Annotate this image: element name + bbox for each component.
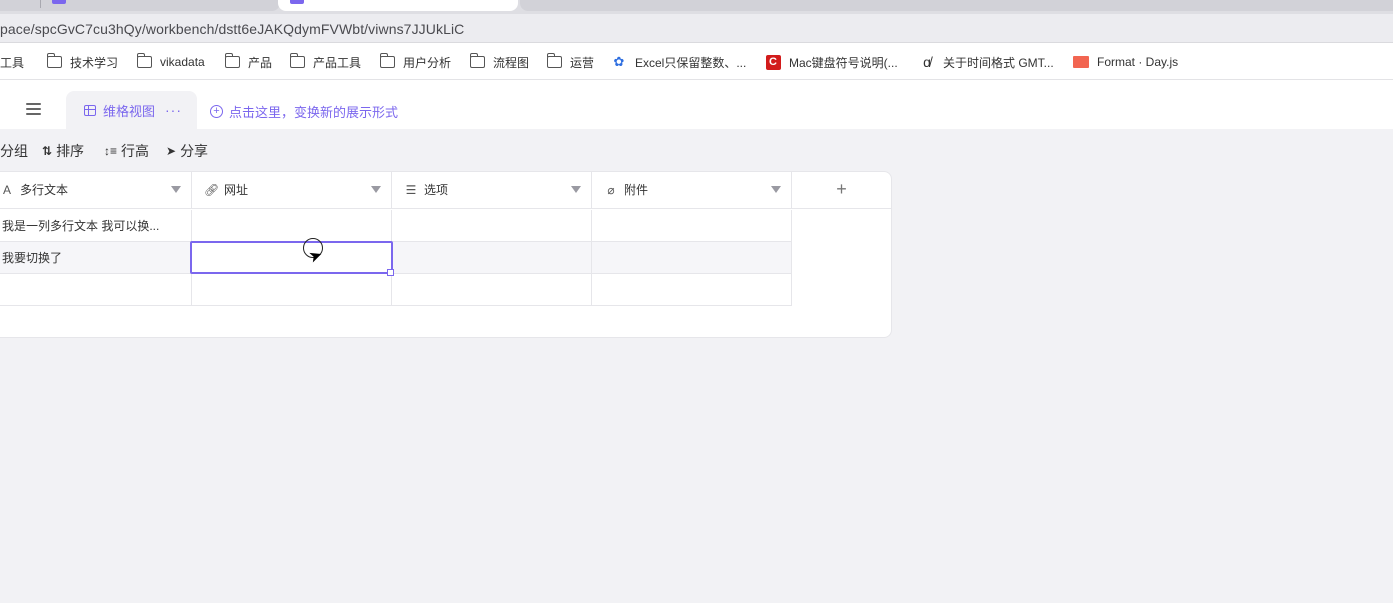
- column-header-url[interactable]: 🔗︎ 网址: [192, 171, 392, 209]
- bookmark-label: vikadata: [160, 55, 205, 69]
- sort-button[interactable]: ⇅ 排序: [42, 141, 84, 161]
- fill-handle[interactable]: [387, 269, 394, 276]
- add-circle-icon: +: [210, 105, 223, 118]
- bookmark-item[interactable]: 产品工具: [289, 53, 362, 70]
- column-name: 选项: [424, 183, 449, 197]
- add-view-button[interactable]: + 点击这里，变换新的展示形式: [210, 102, 398, 121]
- c-logo-icon: C: [765, 54, 781, 70]
- share-icon: ➤: [166, 144, 177, 158]
- view-bar: [0, 80, 1393, 129]
- column-name: 网址: [224, 183, 249, 197]
- url-text[interactable]: pace/spcGvC7cu3hQy/workbench/dstt6eJAKQd…: [0, 21, 464, 37]
- bookmark-label: 流程图: [493, 55, 530, 70]
- bookmark-item[interactable]: 流程图: [469, 53, 530, 70]
- column-header-attachment[interactable]: ⌀ 附件: [592, 171, 792, 209]
- bookmark-item[interactable]: 用户分析: [379, 53, 452, 70]
- bookmark-item[interactable]: vikadata: [136, 53, 205, 70]
- browser-tab[interactable]: [520, 0, 1393, 11]
- bookmark-label: Excel只保留整数、...: [635, 55, 747, 70]
- table-cell[interactable]: [0, 274, 192, 306]
- share-button[interactable]: ➤ 分享: [166, 141, 208, 161]
- tab-favicon-icon: [290, 0, 304, 4]
- folder-icon: [136, 53, 152, 69]
- column-header-options[interactable]: ☰ 选项: [392, 171, 592, 209]
- sort-icon: ⇅: [42, 144, 53, 158]
- bookmark-item[interactable]: Format · Day.js: [1073, 54, 1178, 70]
- link-icon: 🔗︎: [204, 182, 220, 197]
- group-label: 分组: [0, 143, 28, 159]
- table-cell[interactable]: [392, 210, 592, 242]
- bookmark-item[interactable]: 技术学习: [46, 53, 119, 70]
- table-cell[interactable]: [392, 242, 592, 274]
- table-cell[interactable]: 我是一列多行文本 我可以换...: [0, 210, 192, 242]
- alpha-icon: ɑ̸: [923, 54, 931, 70]
- bookmark-label: 用户分析: [403, 55, 452, 70]
- bookmark-label: 关于时间格式 GMT...: [943, 55, 1054, 70]
- folder-icon: [224, 53, 240, 69]
- folder-icon: [469, 53, 485, 69]
- browser-tab-active[interactable]: [278, 0, 518, 11]
- bookmark-item[interactable]: 运营: [546, 53, 595, 70]
- bookmark-label: Mac键盘符号说明(...: [789, 55, 898, 70]
- bookmark-label: Format · Day.js: [1097, 55, 1179, 69]
- baidu-paw-icon: ✿: [613, 54, 625, 69]
- column-name: 附件: [624, 183, 649, 197]
- table-cell[interactable]: [392, 274, 592, 306]
- view-tab-label: 维格视图: [103, 103, 156, 119]
- bookmark-item[interactable]: 常工具: [0, 54, 24, 70]
- bookmark-item[interactable]: ✿ Excel只保留整数、...: [611, 54, 747, 70]
- table-cell[interactable]: [592, 210, 792, 242]
- chevron-down-icon[interactable]: [771, 186, 781, 193]
- table-cell[interactable]: [592, 274, 792, 306]
- sort-label: 排序: [56, 143, 85, 159]
- tab-favicon-icon: [52, 0, 66, 4]
- column-header-multiline-text[interactable]: A 多行文本: [0, 171, 192, 209]
- folder-icon: [546, 53, 562, 69]
- active-cell-selection[interactable]: [190, 241, 393, 274]
- table-cell[interactable]: [192, 274, 392, 306]
- folder-icon: [289, 53, 305, 69]
- folder-icon: [46, 53, 62, 69]
- dayjs-icon: [1073, 55, 1089, 69]
- browser-tab-strip: [0, 0, 1393, 14]
- add-column-button[interactable]: +: [792, 171, 891, 209]
- share-label: 分享: [180, 143, 209, 159]
- attachment-icon: ⌀: [607, 182, 615, 197]
- add-view-label: 点击这里，变换新的展示形式: [229, 105, 399, 120]
- more-icon[interactable]: ···: [165, 102, 182, 118]
- bookmark-label: 运营: [570, 55, 595, 70]
- chevron-down-icon[interactable]: [171, 186, 181, 193]
- row-height-label: 行高: [121, 143, 150, 159]
- row-height-icon: ↕≡: [104, 144, 118, 158]
- row-height-button[interactable]: ↕≡ 行高: [104, 141, 149, 161]
- bookmark-item[interactable]: ɑ̸ 关于时间格式 GMT...: [919, 54, 1054, 70]
- text-icon: A: [2, 182, 11, 197]
- grid-view-icon: [84, 104, 96, 116]
- folder-icon: [379, 53, 395, 69]
- bookmark-label: 产品: [248, 55, 273, 70]
- column-name: 多行文本: [20, 183, 69, 197]
- browser-tab[interactable]: [0, 0, 280, 11]
- address-bar[interactable]: pace/spcGvC7cu3hQy/workbench/dstt6eJAKQd…: [0, 14, 1393, 43]
- chevron-down-icon[interactable]: [571, 186, 581, 193]
- bookmark-item[interactable]: 产品: [224, 53, 273, 70]
- bookmark-item[interactable]: C Mac键盘符号说明(...: [765, 54, 898, 70]
- bookmark-label: 产品工具: [313, 55, 362, 70]
- table-cell[interactable]: 我要切换了: [0, 242, 192, 274]
- bookmark-label: 常工具: [0, 55, 25, 70]
- tab-separator: [40, 0, 41, 8]
- bookmark-label: 技术学习: [70, 55, 119, 70]
- bookmarks-bar: 常工具 技术学习 vikadata 产品 产品工具 用户分析 流程图 运营 ✿ …: [0, 43, 1393, 80]
- table-cell[interactable]: [592, 242, 792, 274]
- chevron-down-icon[interactable]: [371, 186, 381, 193]
- menu-icon[interactable]: [26, 103, 41, 115]
- options-icon: ☰: [405, 182, 417, 197]
- group-button[interactable]: 分组: [0, 141, 28, 161]
- table-cell[interactable]: [192, 210, 392, 242]
- tab-grid-view[interactable]: 维格视图 ···: [66, 91, 197, 129]
